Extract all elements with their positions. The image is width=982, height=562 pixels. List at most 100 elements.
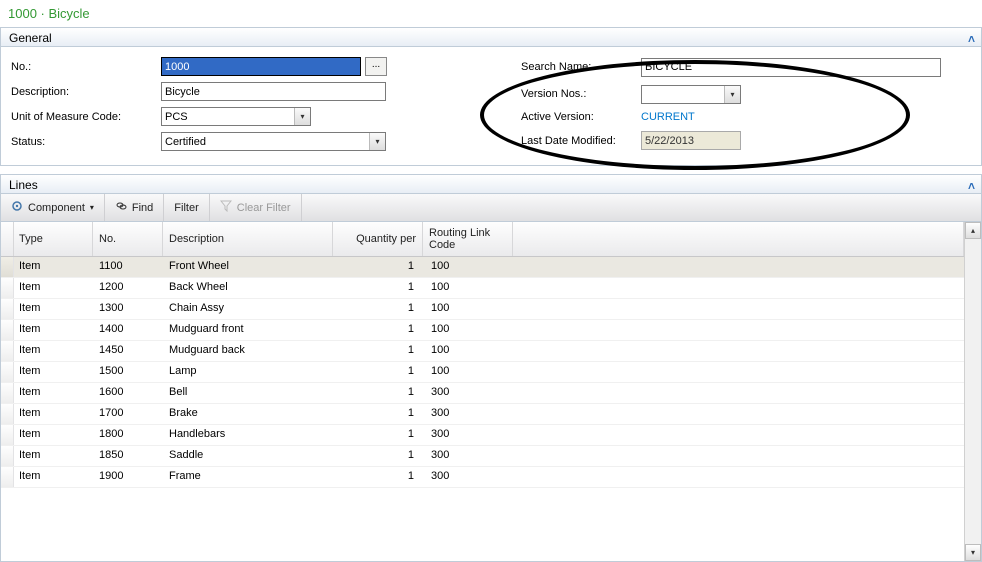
cell-routing-link-code[interactable]: 300 bbox=[423, 383, 513, 403]
cell-routing-link-code[interactable]: 100 bbox=[423, 341, 513, 361]
cell-description[interactable]: Mudguard back bbox=[163, 341, 333, 361]
cell-quantity-per[interactable]: 1 bbox=[333, 446, 423, 466]
chevron-up-icon[interactable]: ˄ bbox=[968, 178, 975, 194]
no-lookup-button[interactable]: ... bbox=[365, 57, 387, 76]
scroll-down-icon[interactable]: ▾ bbox=[965, 544, 981, 561]
cell-description[interactable]: Handlebars bbox=[163, 425, 333, 445]
cell-routing-link-code[interactable]: 300 bbox=[423, 467, 513, 487]
cell-no[interactable]: 1300 bbox=[93, 299, 163, 319]
cell-spacer bbox=[513, 278, 964, 298]
table-row[interactable]: Item1400Mudguard front1100 bbox=[1, 320, 964, 341]
cell-quantity-per[interactable]: 1 bbox=[333, 404, 423, 424]
cell-no[interactable]: 1800 bbox=[93, 425, 163, 445]
cell-description[interactable]: Bell bbox=[163, 383, 333, 403]
table-row[interactable]: Item1800Handlebars1300 bbox=[1, 425, 964, 446]
cell-quantity-per[interactable]: 1 bbox=[333, 320, 423, 340]
cell-no[interactable]: 1900 bbox=[93, 467, 163, 487]
lines-grid: Type No. Description Quantity per Routin… bbox=[0, 222, 982, 562]
version-nos-dropdown[interactable]: ▾ bbox=[641, 85, 741, 104]
cell-description[interactable]: Saddle bbox=[163, 446, 333, 466]
table-row[interactable]: Item1500Lamp1100 bbox=[1, 362, 964, 383]
lines-header[interactable]: Lines ˄ bbox=[0, 174, 982, 194]
vertical-scrollbar[interactable]: ▴ ▾ bbox=[964, 222, 981, 561]
cell-type[interactable]: Item bbox=[13, 467, 93, 487]
col-quantity-per[interactable]: Quantity per bbox=[333, 222, 423, 256]
cell-type[interactable]: Item bbox=[13, 362, 93, 382]
table-row[interactable]: Item1600Bell1300 bbox=[1, 383, 964, 404]
no-field[interactable] bbox=[161, 57, 361, 76]
active-version-link[interactable]: CURRENT bbox=[641, 111, 941, 123]
cell-quantity-per[interactable]: 1 bbox=[333, 425, 423, 445]
cell-type[interactable]: Item bbox=[13, 320, 93, 340]
component-label: Component bbox=[28, 202, 85, 214]
component-button[interactable]: Component ▾ bbox=[1, 194, 105, 221]
cell-no[interactable]: 1400 bbox=[93, 320, 163, 340]
description-field[interactable] bbox=[161, 82, 386, 101]
cell-description[interactable]: Lamp bbox=[163, 362, 333, 382]
table-row[interactable]: Item1300Chain Assy1100 bbox=[1, 299, 964, 320]
status-dropdown[interactable]: Certified ▾ bbox=[161, 132, 386, 151]
no-label: No.: bbox=[11, 61, 161, 73]
cell-type[interactable]: Item bbox=[13, 278, 93, 298]
find-button[interactable]: Find bbox=[105, 194, 164, 221]
table-row[interactable]: Item1700Brake1300 bbox=[1, 404, 964, 425]
cell-quantity-per[interactable]: 1 bbox=[333, 467, 423, 487]
cell-type[interactable]: Item bbox=[13, 257, 93, 277]
clear-filter-button: Clear Filter bbox=[210, 194, 302, 221]
cell-no[interactable]: 1600 bbox=[93, 383, 163, 403]
cell-type[interactable]: Item bbox=[13, 404, 93, 424]
find-label: Find bbox=[132, 202, 153, 214]
cell-quantity-per[interactable]: 1 bbox=[333, 299, 423, 319]
cell-quantity-per[interactable]: 1 bbox=[333, 257, 423, 277]
lines-toolbar: Component ▾ Find Filter Clear Filter bbox=[0, 194, 982, 222]
table-row[interactable]: Item1100Front Wheel1100 bbox=[1, 257, 964, 278]
col-description[interactable]: Description bbox=[163, 222, 333, 256]
cell-no[interactable]: 1500 bbox=[93, 362, 163, 382]
cell-routing-link-code[interactable]: 100 bbox=[423, 362, 513, 382]
lines-header-label: Lines bbox=[9, 178, 38, 192]
table-row[interactable]: Item1200Back Wheel1100 bbox=[1, 278, 964, 299]
cell-description[interactable]: Brake bbox=[163, 404, 333, 424]
table-row[interactable]: Item1850Saddle1300 bbox=[1, 446, 964, 467]
cell-description[interactable]: Back Wheel bbox=[163, 278, 333, 298]
cell-description[interactable]: Frame bbox=[163, 467, 333, 487]
find-icon bbox=[115, 200, 127, 215]
col-no[interactable]: No. bbox=[93, 222, 163, 256]
general-header[interactable]: General ˄ bbox=[0, 27, 982, 47]
cell-description[interactable]: Chain Assy bbox=[163, 299, 333, 319]
chevron-up-icon[interactable]: ˄ bbox=[968, 31, 975, 47]
cell-routing-link-code[interactable]: 300 bbox=[423, 425, 513, 445]
cell-routing-link-code[interactable]: 300 bbox=[423, 404, 513, 424]
cell-routing-link-code[interactable]: 100 bbox=[423, 299, 513, 319]
cell-description[interactable]: Mudguard front bbox=[163, 320, 333, 340]
table-row[interactable]: Item1900Frame1300 bbox=[1, 467, 964, 488]
cell-type[interactable]: Item bbox=[13, 446, 93, 466]
scroll-up-icon[interactable]: ▴ bbox=[965, 222, 981, 239]
col-routing-link-code[interactable]: Routing Link Code bbox=[423, 222, 513, 256]
cell-type[interactable]: Item bbox=[13, 299, 93, 319]
cell-spacer bbox=[513, 362, 964, 382]
cell-quantity-per[interactable]: 1 bbox=[333, 341, 423, 361]
cell-no[interactable]: 1200 bbox=[93, 278, 163, 298]
cell-type[interactable]: Item bbox=[13, 383, 93, 403]
cell-description[interactable]: Front Wheel bbox=[163, 257, 333, 277]
table-row[interactable]: Item1450Mudguard back1100 bbox=[1, 341, 964, 362]
col-type[interactable]: Type bbox=[13, 222, 93, 256]
cell-quantity-per[interactable]: 1 bbox=[333, 362, 423, 382]
cell-routing-link-code[interactable]: 300 bbox=[423, 446, 513, 466]
cell-routing-link-code[interactable]: 100 bbox=[423, 278, 513, 298]
cell-no[interactable]: 1850 bbox=[93, 446, 163, 466]
cell-type[interactable]: Item bbox=[13, 425, 93, 445]
cell-quantity-per[interactable]: 1 bbox=[333, 278, 423, 298]
cell-no[interactable]: 1700 bbox=[93, 404, 163, 424]
version-nos-label: Version Nos.: bbox=[521, 88, 641, 100]
search-name-field[interactable] bbox=[641, 58, 941, 77]
cell-no[interactable]: 1450 bbox=[93, 341, 163, 361]
cell-routing-link-code[interactable]: 100 bbox=[423, 257, 513, 277]
cell-no[interactable]: 1100 bbox=[93, 257, 163, 277]
cell-routing-link-code[interactable]: 100 bbox=[423, 320, 513, 340]
cell-quantity-per[interactable]: 1 bbox=[333, 383, 423, 403]
cell-type[interactable]: Item bbox=[13, 341, 93, 361]
uom-dropdown[interactable]: PCS ▾ bbox=[161, 107, 311, 126]
filter-button[interactable]: Filter bbox=[164, 194, 209, 221]
